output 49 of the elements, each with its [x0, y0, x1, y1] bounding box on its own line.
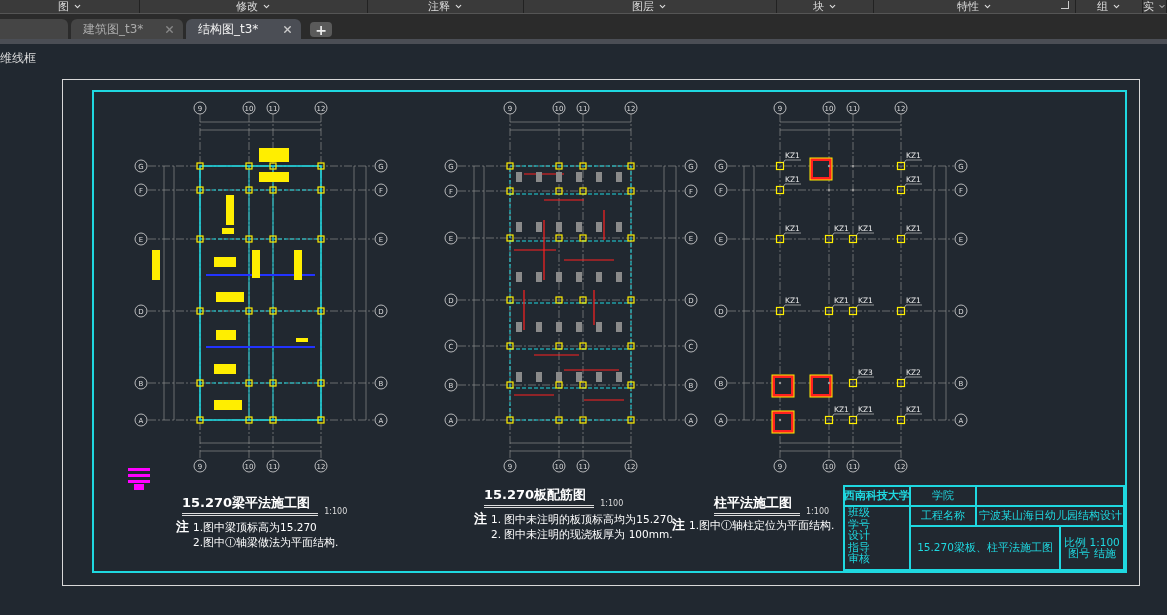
scale-label: 1:100	[600, 499, 624, 508]
ribbon-panel-label[interactable]: 注释	[428, 1, 451, 12]
drawing-name: 15.270梁板、柱平法施工图	[910, 526, 1060, 570]
drawing-title: 15.270板配筋图	[484, 484, 595, 508]
title-block-label: 指导	[848, 541, 870, 553]
ribbon-panel-label[interactable]: 实	[1143, 1, 1154, 12]
title-block-label: 工程名称	[910, 506, 976, 526]
title-block-label: 学院	[910, 486, 976, 506]
title-block-label: 设计	[848, 530, 870, 542]
scale-label: 1:100	[806, 507, 830, 516]
scale-label: 1:100	[324, 507, 348, 516]
notes-marker: 注	[672, 517, 685, 534]
caret-icon[interactable]	[1158, 2, 1166, 11]
caret-icon[interactable]	[983, 2, 993, 11]
note-text: 1.图中Ⓘ轴柱定位为平面结构.	[689, 519, 835, 533]
new-tab-button[interactable]: +	[310, 22, 332, 37]
file-tab[interactable]: 建筑图_t3*	[71, 19, 183, 39]
school-name: 西南科技大学	[844, 486, 910, 506]
close-icon[interactable]	[282, 23, 293, 35]
caret-icon[interactable]	[827, 2, 837, 11]
ribbon-panel-label[interactable]: 组	[1097, 1, 1109, 12]
ribbon-panel-label[interactable]: 块	[812, 1, 824, 12]
notes-marker: 注	[176, 518, 189, 536]
title-block-label: 图号 结施	[1068, 548, 1116, 560]
project-name: 宁波某山海日幼儿园结构设计	[976, 506, 1124, 526]
drawing-title: 柱平法施工图	[714, 492, 800, 516]
ribbon-panel-label[interactable]: 图层	[632, 1, 655, 12]
notes-marker: 注	[474, 510, 487, 528]
title-block-label: 班级	[848, 507, 870, 519]
title-block-label: 审核	[848, 553, 870, 565]
caret-icon[interactable]	[658, 2, 668, 11]
caret-icon[interactable]	[454, 2, 464, 11]
ribbon-panel-label[interactable]: 特性	[957, 1, 980, 12]
note-text: 2. 图中未注明的现浇板厚为 100mm.	[491, 528, 673, 542]
caret-icon[interactable]	[1112, 2, 1122, 11]
ribbon-panel-label[interactable]: 图	[57, 1, 69, 12]
title-block-label: 比例 1:100	[1064, 536, 1120, 548]
caret-icon[interactable]	[72, 2, 82, 11]
ribbon-panel-label[interactable]: 修改	[236, 1, 259, 12]
viewport-label[interactable]: 维线框	[0, 50, 36, 67]
close-icon[interactable]	[164, 23, 175, 35]
note-text: 1.图中梁顶标高为15.270	[193, 521, 318, 535]
panel-launcher-icon[interactable]	[1061, 1, 1070, 9]
drawing-title: 15.270梁平法施工图	[182, 492, 319, 516]
file-tab[interactable]: 结构图_t3*	[186, 19, 301, 39]
note-text: 1. 图中未注明的板顶标高均为15.270	[491, 513, 674, 525]
caret-icon[interactable]	[262, 2, 272, 11]
note-text: 2.图中Ⓘ轴梁做法为平面结构.	[193, 536, 339, 550]
title-block-label: 学号	[848, 518, 870, 530]
